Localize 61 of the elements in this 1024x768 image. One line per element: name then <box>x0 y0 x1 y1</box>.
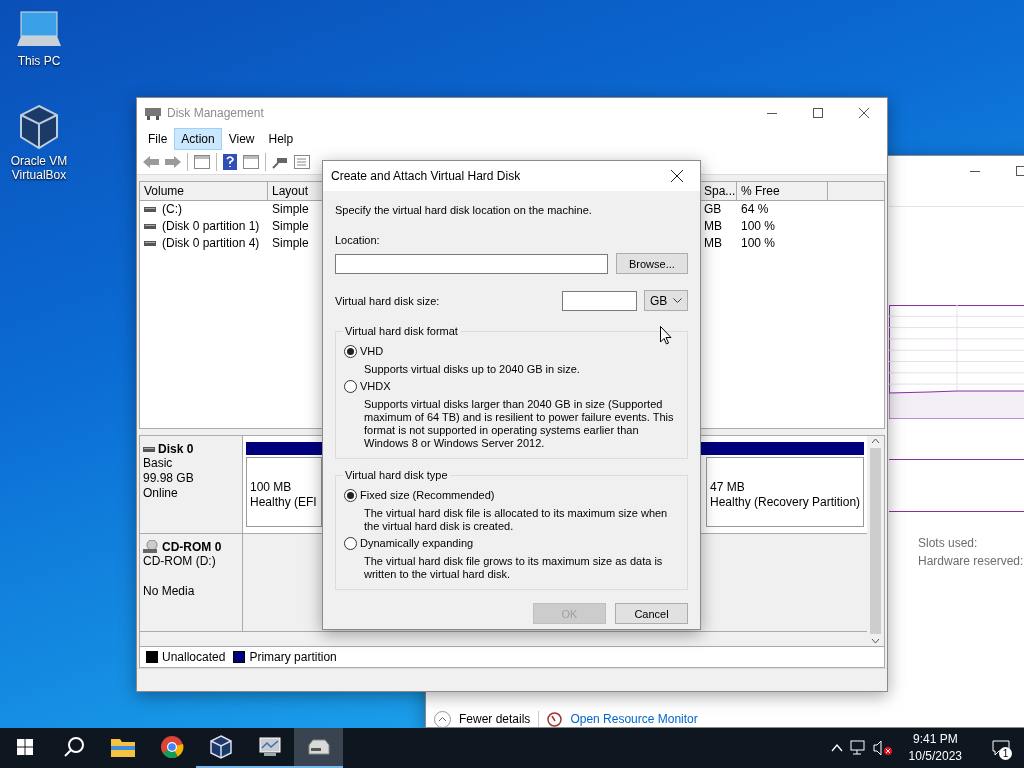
partition-size: 47 MB <box>710 480 746 495</box>
instruction-text: Specify the virtual hard disk location on the machine. <box>335 203 593 217</box>
group-title: Virtual hard disk format <box>343 325 460 337</box>
partition-box[interactable]: 100 MB Healthy (EFI <box>246 457 322 527</box>
radio-label[interactable]: VHD <box>360 344 384 358</box>
unit-dropdown[interactable]: GB <box>644 290 688 311</box>
window-title: Disk Management <box>167 106 265 120</box>
radio-label[interactable]: Fixed size (Recommended) <box>360 488 495 502</box>
free-percent-cell: 100 % <box>741 235 776 252</box>
disk-info: Online <box>143 486 179 501</box>
desktop-icon-label[interactable]: This PC <box>17 54 61 68</box>
legend-label: Primary partition <box>249 650 337 664</box>
space-cell: MB <box>704 235 722 252</box>
notification-count: 1 <box>999 747 1012 760</box>
option-description: The virtual hard disk file grows to its maximum size as data is written to the virtual hard disk. <box>363 555 664 581</box>
disk-info: CD-ROM (D:) <box>143 554 217 569</box>
legend-label: Unallocated <box>162 650 226 664</box>
location-label: Location: <box>335 233 381 247</box>
space-cell: GB <box>704 201 722 218</box>
drive-label[interactable]: (C:) <box>162 201 182 218</box>
radio-label[interactable]: Dynamically expanding <box>360 536 474 550</box>
space-cell: MB <box>704 218 722 235</box>
browse-button[interactable]: Browse... <box>615 253 688 274</box>
option-description: Supports virtual disks larger than 2040 GB in size (Supported maximum of 64 TB) and is resilient to power failure events. This format is not supported in operating systems earlier than Windows 8 or Windows Server 2012. <box>363 398 675 450</box>
free-percent-cell: 100 % <box>741 218 776 235</box>
radio-label[interactable]: VHDX <box>360 379 391 393</box>
partition-status: Healthy (EFI <box>250 495 318 510</box>
drive-label[interactable]: (Disk 0 partition 4) <box>162 235 260 252</box>
cancel-button[interactable]: Cancel <box>615 603 688 624</box>
column-header[interactable]: Volume <box>140 182 268 201</box>
menu-item[interactable]: View <box>221 128 262 150</box>
resource-monitor-link[interactable]: Open Resource Monitor <box>570 712 698 726</box>
menu-item[interactable]: File <box>141 128 175 150</box>
size-label: Virtual hard disk size: <box>335 293 441 308</box>
fewer-details-button[interactable]: Fewer details <box>459 712 531 726</box>
partition-box[interactable]: 47 MB Healthy (Recovery Partition) <box>706 457 864 527</box>
partition-size: 100 MB <box>250 480 293 495</box>
layout-cell: Simple <box>272 235 309 252</box>
stat-label: Slots used: <box>918 536 979 550</box>
disk-name[interactable]: CD-ROM 0 <box>162 540 222 554</box>
clock-date[interactable]: 10/5/2023 <box>908 748 962 765</box>
free-percent-cell: 64 % <box>741 201 769 218</box>
option-description: Supports virtual disks up to 2040 GB in size. <box>363 363 581 376</box>
option-description: The virtual hard disk file is allocated to its maximum size when the virtual hard disk is created. <box>363 507 669 533</box>
column-header[interactable]: % Free <box>737 182 828 201</box>
group-title: Virtual hard disk type <box>343 469 450 481</box>
menu-item[interactable]: Help <box>261 128 301 150</box>
disk-name[interactable]: Disk 0 <box>158 442 194 456</box>
menu-item[interactable]: Action <box>174 128 222 150</box>
desktop-icon-label[interactable]: Oracle VM VirtualBox <box>4 154 74 182</box>
partition-status: Healthy (Recovery Partition) <box>710 495 860 510</box>
disk-info: No Media <box>143 584 196 599</box>
drive-label[interactable]: (Disk 0 partition 1) <box>162 218 260 235</box>
layout-cell: Simple <box>272 201 309 218</box>
clock-time[interactable]: 9:41 PM <box>912 731 958 748</box>
layout-cell: Simple <box>272 218 309 235</box>
dialog-title: Create and Attach Virtual Hard Disk <box>331 169 522 183</box>
disk-info: Basic <box>143 456 174 471</box>
stat-label: Hardware reserved: <box>918 554 1024 568</box>
disk-info: 99.98 GB <box>143 471 195 486</box>
column-header[interactable]: Spa... <box>700 182 737 201</box>
